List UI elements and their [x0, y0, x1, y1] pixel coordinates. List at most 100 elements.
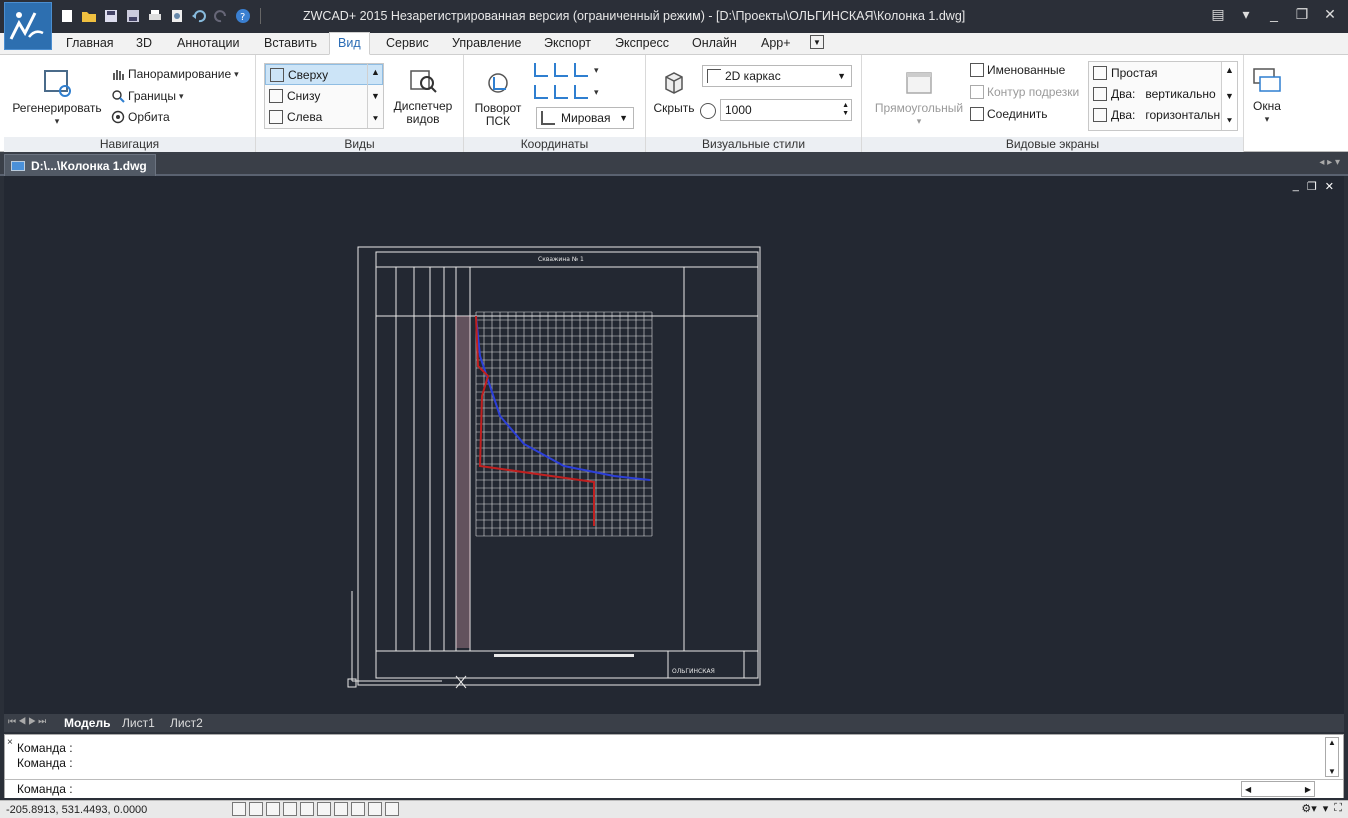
status-menu-icon[interactable]: ▾: [1323, 802, 1329, 815]
fullscreen-icon[interactable]: ⛶: [1334, 802, 1342, 815]
layout-two-vertical-label: Два: вертикально: [1111, 86, 1216, 101]
command-close-icon[interactable]: ×: [7, 737, 13, 748]
expand-gallery-icon[interactable]: ⯆: [372, 114, 379, 125]
lineweight-toggle-icon[interactable]: [351, 802, 365, 816]
plot-preview-icon[interactable]: [168, 7, 186, 25]
ortho-toggle-icon[interactable]: [266, 802, 280, 816]
view-top-item[interactable]: Сверху: [265, 64, 383, 85]
command-history-line: Команда :: [17, 741, 73, 755]
ribbon-tab-bar: Главная 3D Аннотации Вставить Вид Сервис…: [0, 32, 1348, 55]
command-history-scrollbar[interactable]: ▲ ▼: [1325, 737, 1339, 777]
theme-shirt-icon[interactable]: ▾: [1238, 6, 1254, 22]
ucs-x-icon[interactable]: [534, 85, 548, 99]
app-menu-button[interactable]: [4, 2, 52, 50]
doc-tab-nav-icon[interactable]: ◂ ▸ ▾: [1319, 157, 1340, 168]
layout-two-vertical-item[interactable]: Два: вертикально: [1089, 83, 1237, 104]
ribbon-options-chevron-icon[interactable]: ▼: [810, 35, 824, 49]
layout-two-horizontal-item[interactable]: Два: горизонтальн: [1089, 104, 1237, 125]
tab-export[interactable]: Экспорт: [544, 36, 591, 50]
tab-express[interactable]: Экспресс: [615, 36, 669, 50]
quick-props-toggle-icon[interactable]: [385, 802, 399, 816]
ucs-z-icon[interactable]: [574, 85, 588, 99]
dyn-ucs-toggle-icon[interactable]: [334, 802, 348, 816]
layout-gallery-scroll[interactable]: ▲ ▼ ⯆: [1221, 62, 1237, 130]
scroll-up-icon[interactable]: ▲: [371, 67, 380, 77]
document-tab[interactable]: D:\...\Колонка 1.dwg: [4, 154, 156, 176]
clip-viewport-icon: [970, 85, 984, 99]
layout-scroll-down-icon[interactable]: ▼: [1225, 91, 1234, 101]
facet-res-input[interactable]: 1000 ▲ ▼: [720, 99, 852, 121]
rect-viewport-button[interactable]: Прямоугольный ▾: [870, 67, 968, 128]
view-manager-button[interactable]: Диспетчер видов: [390, 65, 456, 126]
windows-button[interactable]: Окна ▾: [1246, 65, 1288, 126]
tab-app-plus[interactable]: App+: [761, 36, 791, 50]
layout-scroll-up-icon[interactable]: ▲: [1225, 65, 1234, 75]
hide-button[interactable]: Скрыть: [652, 67, 696, 115]
snap-toggle-icon[interactable]: [232, 802, 246, 816]
ucs-origin-icon[interactable]: [574, 63, 588, 77]
ucs-icon[interactable]: [534, 63, 548, 77]
command-input-row[interactable]: Команда : ◀ ▶: [5, 779, 1343, 798]
layout-nav-icon[interactable]: ⏮◀▶⏭: [8, 716, 48, 727]
save-as-icon[interactable]: [124, 7, 142, 25]
facet-spinner-icon[interactable]: ▲ ▼: [842, 102, 849, 118]
print-icon[interactable]: [146, 7, 164, 25]
model-toggle-icon[interactable]: [368, 802, 382, 816]
tab-layout2[interactable]: Лист2: [170, 716, 203, 730]
otrack-toggle-icon[interactable]: [317, 802, 331, 816]
ucs-row2-caret-icon[interactable]: ▾: [594, 87, 599, 98]
view-gallery-scroll[interactable]: ▲ ▼ ⯆: [367, 64, 383, 128]
open-folder-icon[interactable]: [80, 7, 98, 25]
windows-caret-icon: ▾: [1264, 114, 1270, 124]
extents-button[interactable]: Границы ▾: [111, 87, 184, 105]
layout-expand-icon[interactable]: ⯆: [1226, 116, 1233, 127]
clip-viewport-button[interactable]: Контур подрезки: [970, 83, 1079, 101]
pan-button[interactable]: Панорамирование ▾: [111, 65, 239, 83]
ucs-y-icon[interactable]: [554, 85, 568, 99]
rotate-ucs-icon: [488, 73, 508, 93]
grid-toggle-icon[interactable]: [249, 802, 263, 816]
settings-gear-icon[interactable]: ⚙▾: [1301, 802, 1316, 815]
new-file-icon[interactable]: [58, 7, 76, 25]
help-icon[interactable]: ?: [234, 7, 252, 25]
rotate-ucs-label: Поворот ПСК: [474, 101, 522, 128]
save-icon[interactable]: [102, 7, 120, 25]
orbit-button[interactable]: Орбита: [111, 108, 170, 126]
osnap-toggle-icon[interactable]: [300, 802, 314, 816]
close-icon[interactable]: ✕: [1322, 6, 1338, 22]
view-left-item[interactable]: Слева: [265, 106, 383, 127]
ucs-world-icon[interactable]: [554, 63, 568, 77]
command-hscrollbar[interactable]: ◀ ▶: [1241, 781, 1315, 797]
regen-button[interactable]: Регенерировать ▾: [12, 67, 102, 128]
view-bottom-item[interactable]: Снизу: [265, 85, 383, 106]
named-viewports-button[interactable]: Именованные: [970, 61, 1065, 79]
visual-style-caret-icon: ▼: [837, 71, 846, 81]
rotate-ucs-button[interactable]: Поворот ПСК: [470, 67, 526, 128]
minimize-icon[interactable]: _: [1266, 6, 1282, 22]
tab-view[interactable]: Вид: [329, 32, 370, 55]
scroll-down-icon[interactable]: ▼: [371, 91, 380, 101]
panel-windows: Окна ▾: [1246, 55, 1288, 152]
redo-icon[interactable]: [212, 7, 230, 25]
restore-icon[interactable]: ❐: [1294, 6, 1310, 22]
tab-annotations[interactable]: Аннотации: [177, 36, 239, 50]
ucs-combo[interactable]: Мировая ▼: [536, 107, 634, 129]
layout-single-item[interactable]: Простая: [1089, 62, 1237, 83]
visual-style-combo[interactable]: 2D каркас ▼: [702, 65, 852, 87]
tab-insert[interactable]: Вставить: [264, 36, 317, 50]
tab-online[interactable]: Онлайн: [692, 36, 737, 50]
tab-manage[interactable]: Управление: [452, 36, 522, 50]
join-viewports-button[interactable]: Соединить: [970, 105, 1048, 123]
tab-home[interactable]: Главная: [66, 36, 114, 50]
panel-views: Сверху Снизу Слева ▲ ▼ ⯆ Диспетчер видов…: [256, 55, 464, 152]
tab-3d[interactable]: 3D: [136, 36, 152, 50]
drawing-canvas[interactable]: _ ❐ ✕ Скважина № 1 ОЛЬГИНСКАЯ: [4, 176, 1344, 714]
tab-layout1[interactable]: Лист1: [122, 716, 155, 730]
undo-icon[interactable]: [190, 7, 208, 25]
polar-toggle-icon[interactable]: [283, 802, 297, 816]
panel-viewports: Прямоугольный ▾ Именованные Контур подре…: [862, 55, 1244, 152]
ucs-row1-caret-icon[interactable]: ▾: [594, 65, 599, 76]
tab-model[interactable]: Модель: [64, 716, 110, 730]
workspace-icon[interactable]: ▤: [1210, 6, 1226, 22]
tab-tools[interactable]: Сервис: [386, 36, 429, 50]
